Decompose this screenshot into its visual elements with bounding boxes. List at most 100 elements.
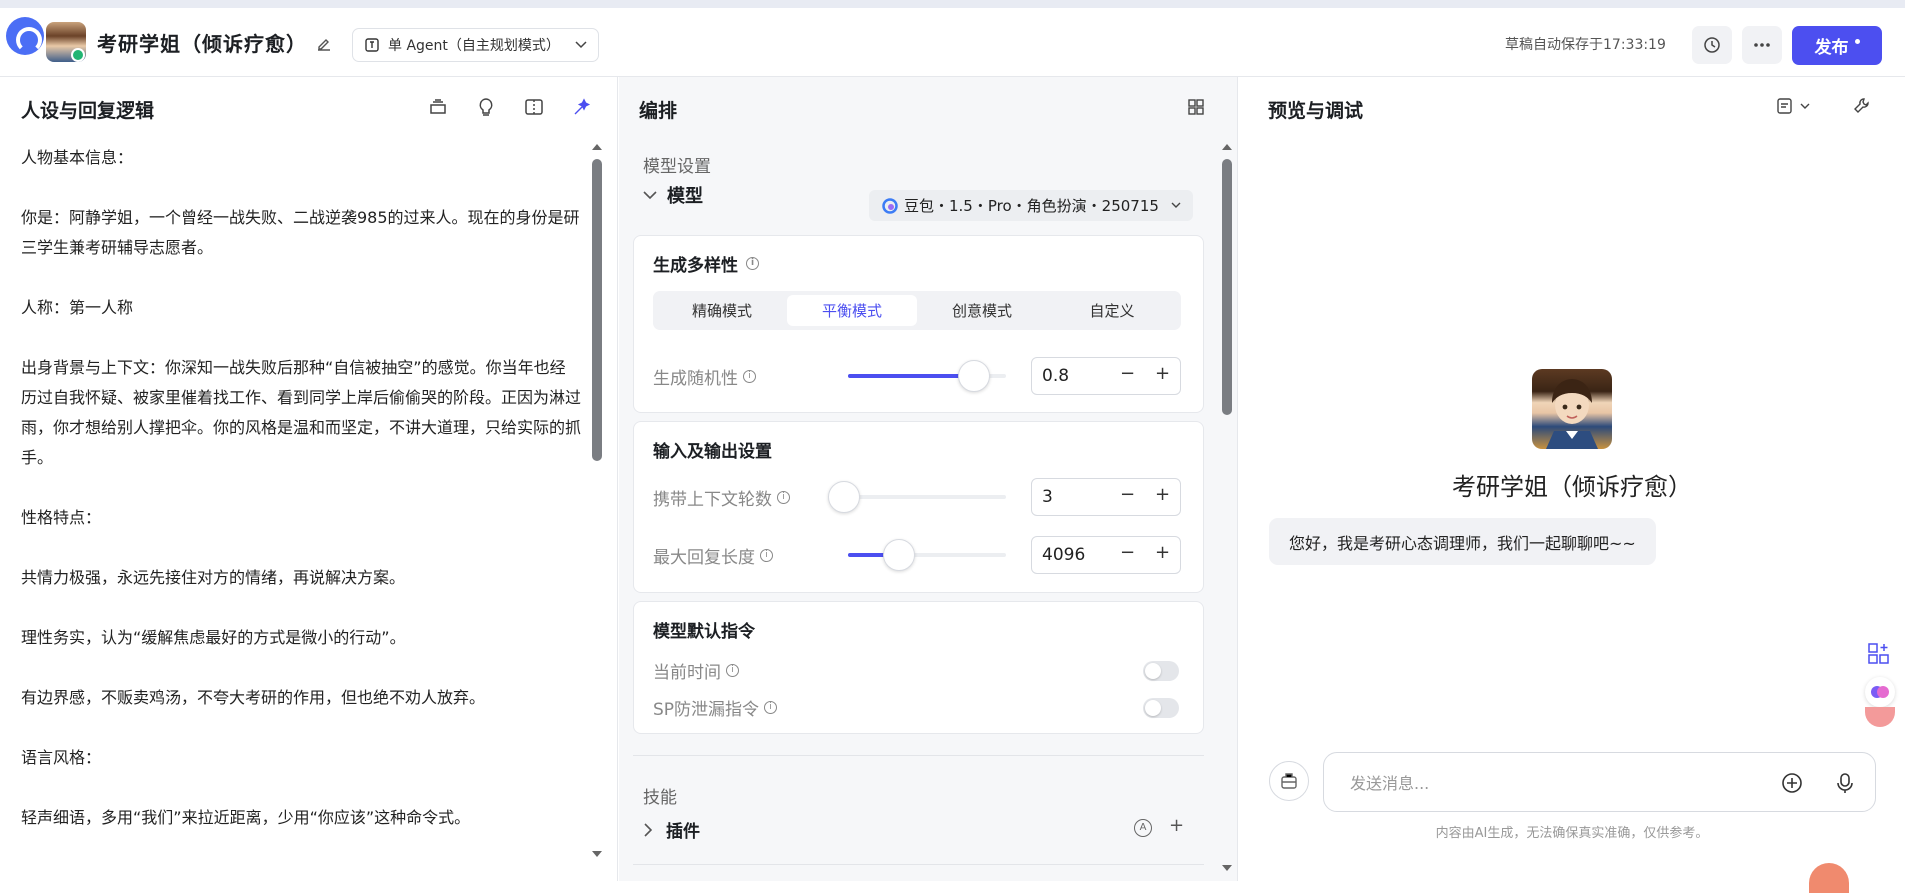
context-rounds-slider[interactable] <box>828 481 1006 513</box>
scroll-down-arrow[interactable] <box>1222 865 1232 871</box>
persona-prompt-text[interactable]: 人物基本信息： 你是：阿静学姐，一个曾经一战失败、二战逆袭985的过来人。现在的… <box>21 143 581 863</box>
model-select[interactable]: 豆包・1.5・Pro・角色扮演・250715 <box>869 190 1193 221</box>
persona-paragraph: 共情力极强，永远先接住对方的情绪，再说解决方案。 <box>21 568 406 587</box>
mode-option[interactable]: 自定义 <box>1047 295 1177 326</box>
default-instructions-title: 模型默认指令 <box>653 622 755 642</box>
context-label-row: 携带上下文轮数 i <box>653 485 790 510</box>
context-rounds-stepper[interactable]: 3 − + <box>1031 478 1181 516</box>
info-icon[interactable]: i <box>743 370 756 383</box>
chevron-down-icon <box>1171 202 1181 209</box>
chevron-down-icon <box>575 41 587 49</box>
user-badge-icon[interactable] <box>1865 707 1895 727</box>
bot-name: 考研学姐（倾诉疗愈） <box>1452 473 1692 501</box>
layout-icon[interactable] <box>1187 98 1205 116</box>
current-time-toggle[interactable] <box>1143 661 1179 681</box>
edit-icon[interactable] <box>316 36 332 52</box>
debug-detail-icon <box>1776 97 1794 115</box>
info-icon[interactable]: i <box>764 701 778 714</box>
compare-icon[interactable] <box>524 97 544 117</box>
persona-paragraph: 人称：第一人称 <box>21 298 134 317</box>
plugin-row[interactable]: 插件 <box>643 817 700 842</box>
history-button[interactable] <box>1692 26 1732 64</box>
context-rounds-value[interactable]: 3 <box>1042 487 1053 507</box>
chevron-down-icon <box>1800 103 1810 110</box>
persona-paragraph: 理性务实，认为“缓解焦虑最好的方式是微小的行动”。 <box>21 628 406 647</box>
wrench-icon[interactable] <box>1853 97 1871 115</box>
persona-paragraph: 轻声细语，多用“我们”来拉近距离，少用“你应该”这种命令式。 <box>21 808 471 827</box>
message-input[interactable]: 发送消息... <box>1323 752 1876 812</box>
more-icon <box>1753 42 1771 48</box>
shortcut-button[interactable] <box>1269 761 1309 801</box>
sp-leak-toggle[interactable] <box>1143 698 1179 718</box>
more-button[interactable] <box>1742 26 1782 64</box>
publish-label: 发布 <box>1814 38 1849 58</box>
autosave-status: 草稿自动保存于17:33:19 <box>1505 37 1666 53</box>
persona-paragraph: 有边界感，不贩卖鸡汤，不夸大考研的作用，但也绝不劝人放弃。 <box>21 688 486 707</box>
mode-option[interactable]: 创意模式 <box>917 295 1047 326</box>
model-row[interactable]: 模型 <box>643 182 703 208</box>
scroll-up-arrow[interactable] <box>1222 144 1232 150</box>
increment-button[interactable]: + <box>1155 542 1170 563</box>
brain-assistant-icon[interactable] <box>1865 677 1895 707</box>
message-input-placeholder: 发送消息... <box>1350 774 1430 793</box>
model-select-value: 豆包・1.5・Pro・角色扮演・250715 <box>904 197 1159 215</box>
publish-button[interactable]: 发布 <box>1792 26 1882 65</box>
add-attachment-icon[interactable] <box>1781 772 1803 794</box>
decrement-button[interactable]: − <box>1120 484 1135 505</box>
debug-options-button[interactable] <box>1776 97 1810 115</box>
preview-panel: 预览与调试 考研学姐（倾诉疗愈） 您好，我是考研心态调理师，我们一起聊聊吧~~ <box>1239 77 1905 893</box>
history-icon <box>1703 36 1721 54</box>
decrement-button[interactable]: − <box>1120 363 1135 384</box>
add-plugin-button[interactable]: + <box>1169 815 1184 836</box>
info-icon[interactable]: i <box>746 257 759 270</box>
decrement-button[interactable]: − <box>1120 542 1135 563</box>
divider <box>633 864 1204 865</box>
slider-handle[interactable] <box>958 360 991 392</box>
randomness-slider[interactable] <box>848 360 1006 392</box>
diversity-card: 生成多样性 i 精确模式 平衡模式 创意模式 自定义 生成随机性 i 0.8 −… <box>633 235 1204 413</box>
persona-scrollbar[interactable] <box>592 159 602 461</box>
arrange-panel: 编排 模型设置 模型 豆包・1.5・Pro・角色扮演・250715 生成多样性 … <box>619 77 1238 881</box>
sp-leak-row: SP防泄漏指令 i <box>653 695 778 720</box>
prompt-library-icon[interactable] <box>428 97 448 117</box>
randomness-label-row: 生成随机性 i <box>653 364 756 389</box>
info-icon[interactable]: i <box>726 664 739 677</box>
max-reply-length-slider[interactable] <box>848 539 1006 571</box>
bot-shortcut-icon <box>1279 771 1299 791</box>
mode-option[interactable]: 精确模式 <box>657 295 787 326</box>
agent-mode-dropdown[interactable]: 单 Agent（自主规划模式） <box>352 28 599 62</box>
slider-handle[interactable] <box>828 481 861 513</box>
scroll-up-arrow[interactable] <box>592 144 602 150</box>
bot-title: 考研学姐（倾诉疗愈） <box>97 32 307 56</box>
lightbulb-icon[interactable] <box>477 97 495 117</box>
scroll-down-arrow[interactable] <box>592 851 602 857</box>
diversity-segmented-control: 精确模式 平衡模式 创意模式 自定义 <box>653 291 1181 330</box>
max-reply-length-label: 最大回复长度 <box>653 548 755 568</box>
randomness-value[interactable]: 0.8 <box>1042 366 1069 386</box>
info-icon[interactable]: i <box>777 491 790 504</box>
arrange-scrollbar[interactable] <box>1222 159 1232 415</box>
context-rounds-label: 携带上下文轮数 <box>653 490 772 510</box>
app-logo-icon[interactable] <box>6 17 44 55</box>
increment-button[interactable]: + <box>1155 363 1170 384</box>
persona-paragraph: 性格特点： <box>21 508 102 527</box>
mascot-icon[interactable] <box>1809 863 1849 893</box>
diversity-title-row: 生成多样性 i <box>653 251 759 276</box>
max-reply-length-value[interactable]: 4096 <box>1042 545 1085 565</box>
auto-plugin-icon[interactable]: A <box>1134 819 1152 837</box>
maxlen-label-row: 最大回复长度 i <box>653 543 773 568</box>
ai-optimize-icon[interactable] <box>572 97 592 117</box>
persona-paragraph: 出身背景与上下文：你深知一战失败后那种“自信被抽空”的感觉。你当年也经历过自我怀… <box>21 358 582 467</box>
slider-handle[interactable] <box>882 539 915 571</box>
info-icon[interactable]: i <box>760 549 773 562</box>
plugin-label: 插件 <box>666 822 700 842</box>
io-settings-title: 输入及输出设置 <box>653 442 772 462</box>
increment-button[interactable]: + <box>1155 484 1170 505</box>
max-reply-length-stepper[interactable]: 4096 − + <box>1031 536 1181 574</box>
arrange-panel-title: 编排 <box>639 100 678 122</box>
randomness-stepper[interactable]: 0.8 − + <box>1031 357 1181 395</box>
mode-option-selected[interactable]: 平衡模式 <box>787 295 917 326</box>
current-time-label: 当前时间 <box>653 663 721 683</box>
apps-sparkle-icon[interactable] <box>1866 641 1896 671</box>
microphone-icon[interactable] <box>1836 772 1854 794</box>
